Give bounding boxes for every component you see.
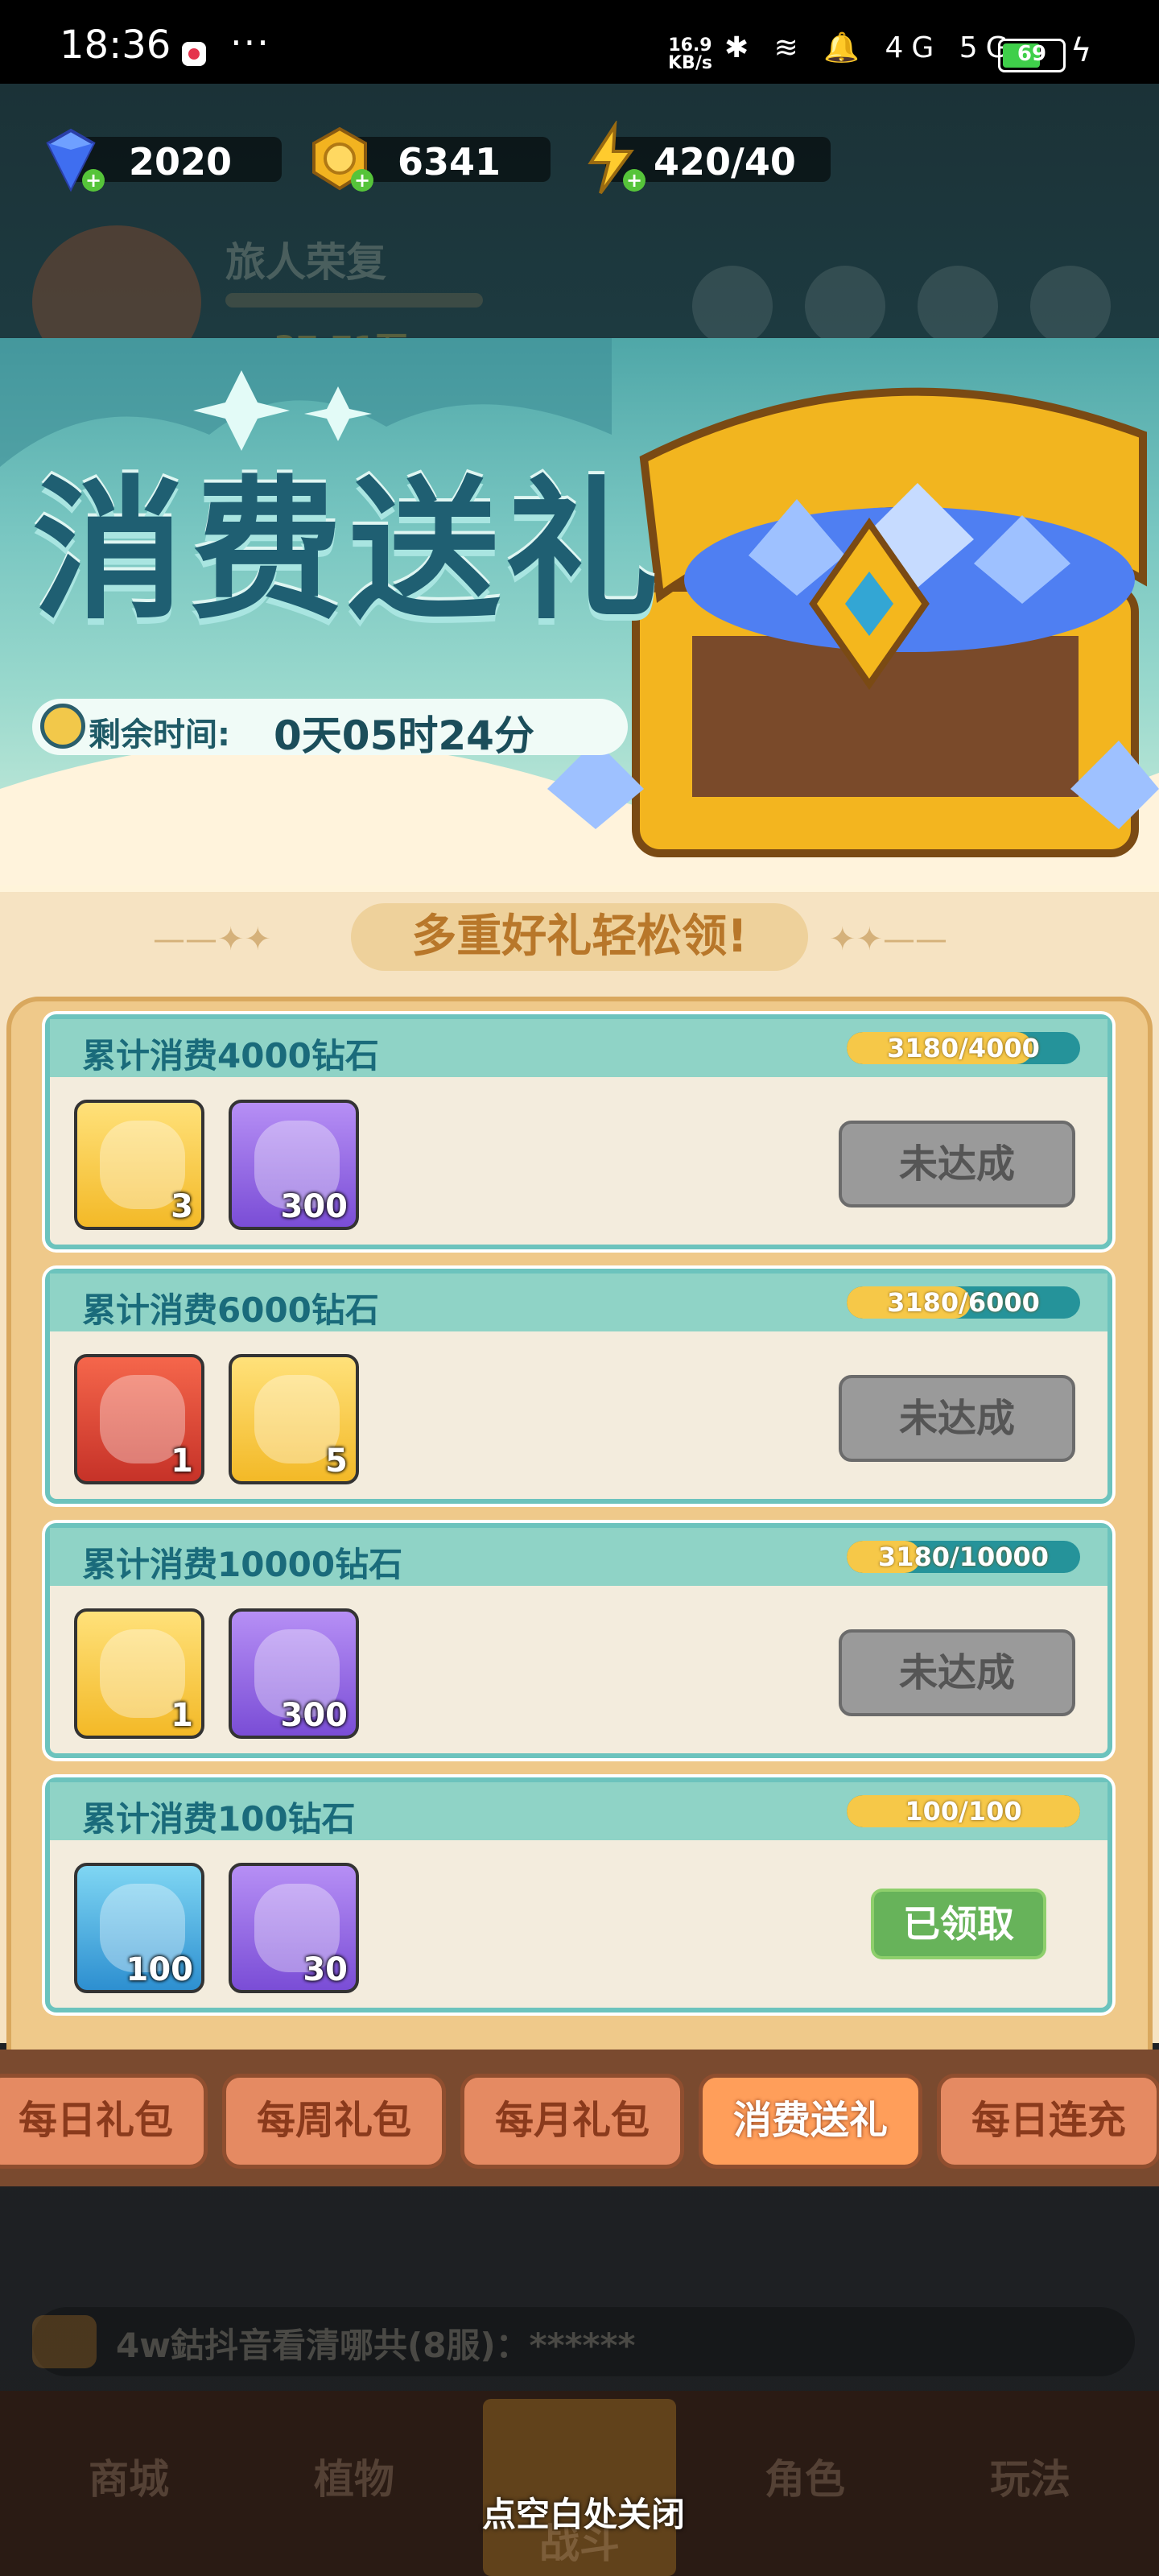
reward-qty: 300 — [280, 1188, 349, 1225]
reward-qty: 1 — [171, 1697, 193, 1734]
progress-text: 3180/6000 — [887, 1287, 1040, 1318]
svg-text:+: + — [626, 169, 642, 192]
svg-text:+: + — [354, 169, 370, 192]
reward-item[interactable]: 100 — [74, 1863, 204, 1993]
energy-count: 420/40 — [654, 140, 796, 184]
gold-count: 6341 — [398, 140, 501, 184]
task-icon — [918, 266, 998, 346]
nav-plants[interactable]: 植物 — [274, 2447, 435, 2505]
gold-coin-icon: + — [312, 126, 373, 192]
nav-character[interactable]: 角色 — [724, 2447, 885, 2505]
tab-3[interactable]: 消费送礼 — [699, 2074, 922, 2169]
energy-icon: + — [588, 121, 645, 195]
reward-item[interactable]: 3 — [74, 1100, 204, 1230]
tab-2[interactable]: 每月礼包 — [460, 2074, 684, 2169]
claimed-badge: 已领取 — [874, 1892, 1043, 1956]
bottom-nav: 商城 植物 战斗 角色 玩法 — [0, 2391, 1159, 2576]
reward-item[interactable]: 30 — [229, 1863, 359, 1993]
sparkle-decor-left: ——✦✦ — [153, 921, 272, 958]
screen-record-icon — [182, 42, 206, 66]
reward-item[interactable]: 1 — [74, 1608, 204, 1739]
net-speed-value: 16.9 — [668, 35, 712, 56]
charging-icon: ϟ — [1070, 32, 1092, 69]
battery-icon: 69 — [998, 39, 1066, 72]
clock-icon — [40, 704, 85, 749]
task-progress-bar: 100/100 — [847, 1795, 1080, 1827]
task-header: 累计消费6000钻石 3180/6000 — [50, 1274, 1107, 1331]
task-card: 累计消费4000钻石 3180/4000 3 300 未达成 — [45, 1014, 1112, 1249]
task-progress-bar: 3180/4000 — [847, 1032, 1080, 1064]
exp-bar — [225, 293, 483, 308]
player-name: 旅人荣复 — [225, 239, 386, 286]
task-title: 累计消费100钻石 — [82, 1799, 356, 1839]
tab-1[interactable]: 每周礼包 — [222, 2074, 446, 2169]
progress-text: 3180/4000 — [887, 1033, 1040, 1063]
tab-bar: 每日礼包 每周礼包 每月礼包 消费送礼 每日连充 — [0, 2050, 1159, 2186]
task-header: 累计消费4000钻石 3180/4000 — [50, 1019, 1107, 1077]
banner-title: 消费送礼 — [32, 462, 664, 640]
chat-message: 4w鈷抖音看清哪共(8服)：****** — [116, 2326, 636, 2365]
reward-item[interactable]: 5 — [229, 1354, 359, 1484]
diamond-count: 2020 — [129, 140, 233, 184]
more-icon — [1030, 266, 1111, 346]
reward-qty: 3 — [171, 1188, 193, 1225]
gold-counter[interactable]: + 6341 — [301, 121, 559, 196]
task-progress-bar: 3180/10000 — [847, 1541, 1080, 1573]
diamond-counter[interactable]: + 2020 — [32, 121, 282, 196]
signal-icons: ✱ ≋ 🔔 4G 5G — [724, 31, 1017, 64]
svg-text:+: + — [85, 169, 101, 192]
progress-text: 3180/10000 — [877, 1542, 1050, 1572]
reward-qty: 5 — [325, 1443, 348, 1480]
battery-percent: 69 — [1017, 42, 1047, 66]
task-title: 累计消费4000钻石 — [82, 1036, 379, 1075]
task-header: 累计消费10000钻石 3180/10000 — [50, 1528, 1107, 1586]
reward-qty: 100 — [126, 1951, 194, 1988]
ranking-icon — [692, 266, 773, 346]
chat-bar[interactable]: 4w鈷抖音看清哪共(8服)：****** — [32, 2307, 1135, 2376]
reward-item[interactable]: 1 — [74, 1354, 204, 1484]
network-speed: 16.9 KB/s — [668, 37, 712, 72]
task-title: 累计消费6000钻石 — [82, 1290, 379, 1330]
friends-icon — [805, 266, 885, 346]
reward-item[interactable]: 300 — [229, 1608, 359, 1739]
claim-button[interactable]: 未达成 — [839, 1121, 1075, 1208]
tab-0[interactable]: 每日礼包 — [0, 2074, 208, 2169]
more-notifications-icon: ··· — [230, 21, 270, 64]
claim-button[interactable]: 未达成 — [839, 1629, 1075, 1716]
reward-qty: 1 — [171, 1443, 193, 1480]
nav-shop[interactable]: 商城 — [48, 2447, 209, 2505]
status-time: 18:36 — [60, 23, 171, 68]
countdown-label: 剩余时间: — [89, 716, 230, 753]
task-progress-bar: 3180/6000 — [847, 1286, 1080, 1319]
task-title: 累计消费10000钻石 — [82, 1545, 403, 1584]
reward-qty: 300 — [280, 1697, 349, 1734]
status-bar: 18:36 ··· 16.9 KB/s ✱ ≋ 🔔 4G 5G 69 ϟ — [0, 0, 1159, 84]
chat-icon — [32, 2315, 97, 2368]
task-card: 累计消费6000钻石 3180/6000 1 5 未达成 — [45, 1269, 1112, 1504]
diamond-icon: + — [46, 128, 105, 192]
nav-play[interactable]: 玩法 — [950, 2447, 1111, 2505]
task-header: 累计消费100钻石 100/100 — [50, 1782, 1107, 1840]
net-speed-unit: KB/s — [668, 53, 712, 73]
reward-qty: 30 — [303, 1951, 348, 1988]
countdown-value: 0天05时24分 — [274, 712, 534, 759]
countdown: 剩余时间: 0天05时24分 — [32, 699, 628, 759]
energy-counter[interactable]: + 420/40 — [573, 121, 839, 196]
reward-item[interactable]: 300 — [229, 1100, 359, 1230]
task-card: 累计消费10000钻石 3180/10000 1 300 未达成 — [45, 1523, 1112, 1758]
task-card: 累计消费100钻石 100/100 100 30 已领取 — [45, 1777, 1112, 2013]
panel-subtitle: 多重好礼轻松领! — [351, 903, 808, 971]
event-banner: 消费送礼 剩余时间: 0天05时24分 — [0, 338, 1159, 886]
progress-text: 100/100 — [905, 1796, 1022, 1827]
tab-4[interactable]: 每日连充 — [937, 2074, 1159, 2169]
sparkle-decor-right: ✦✦—— — [829, 921, 948, 958]
close-hint[interactable]: 点空白处关闭 — [451, 2487, 716, 2537]
top-icon-row — [692, 266, 1127, 346]
claim-button[interactable]: 未达成 — [839, 1375, 1075, 1462]
